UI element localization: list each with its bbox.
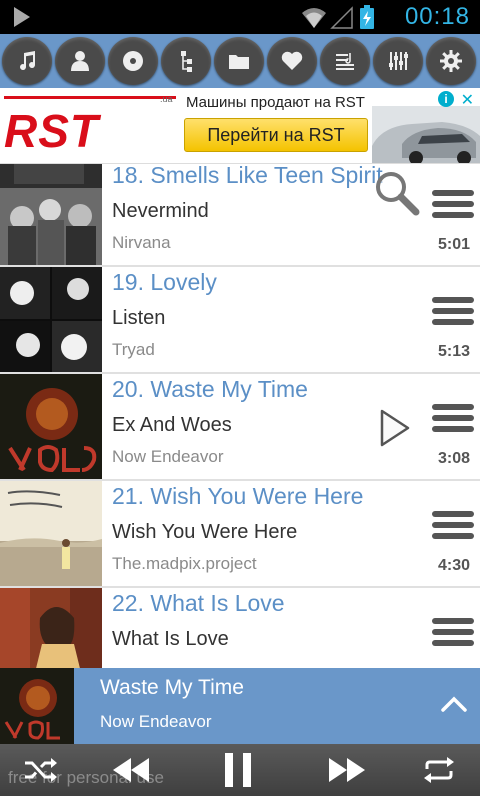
track-duration: 5:13: [437, 343, 470, 360]
ad-logo: RST: [4, 105, 99, 157]
folder-tree-icon[interactable]: [161, 37, 211, 85]
music-note-icon[interactable]: [2, 37, 52, 85]
wifi-icon: [302, 8, 326, 28]
toolbar: [0, 34, 480, 88]
fast-forward-icon[interactable]: [324, 750, 370, 790]
shuffle-icon[interactable]: [20, 750, 62, 790]
track-artist: The.madpix.project: [112, 554, 257, 573]
drag-handle-icon[interactable]: [432, 297, 474, 331]
track-artist: Nirvana: [112, 233, 171, 252]
status-time: 00:18: [404, 3, 470, 30]
track-row[interactable]: 19. Lovely Listen Tryad 5:13: [0, 267, 480, 374]
ad-info-icon[interactable]: i: [438, 91, 454, 107]
drag-handle-icon[interactable]: [432, 190, 474, 224]
folder-icon[interactable]: [214, 37, 264, 85]
person-icon[interactable]: [55, 37, 105, 85]
track-row[interactable]: 21. Wish You Were Here Wish You Were Her…: [0, 481, 480, 588]
pause-icon[interactable]: [218, 750, 258, 790]
gear-icon[interactable]: [426, 37, 476, 85]
track-album: Nevermind: [112, 200, 209, 222]
now-playing-art: [0, 668, 74, 744]
ad-cta-button[interactable]: Перейти на RST: [184, 118, 368, 152]
track-title: 22. What Is Love: [112, 590, 285, 616]
track-duration: 5:01: [437, 236, 470, 253]
track-row-playing[interactable]: 20. Waste My Time Ex And Woes Now Endeav…: [0, 374, 480, 481]
track-title: 20. Waste My Time: [112, 376, 308, 402]
album-art: [0, 164, 102, 265]
search-icon[interactable]: [372, 168, 420, 216]
ad-logo-line: [4, 96, 176, 99]
playlist-icon[interactable]: [320, 37, 370, 85]
chevron-up-icon[interactable]: [440, 694, 468, 714]
now-playing-icon: [380, 409, 410, 447]
now-playing-bar[interactable]: Waste My Time Now Endeavor: [0, 668, 480, 744]
drag-handle-icon[interactable]: [432, 404, 474, 438]
drag-handle-icon[interactable]: [432, 618, 474, 652]
track-album: Wish You Were Here: [112, 521, 298, 543]
album-art: [0, 588, 102, 668]
track-album: Ex And Woes: [112, 414, 232, 436]
playback-controls: free for personal use: [0, 744, 480, 796]
track-artist: Tryad: [112, 340, 155, 359]
ad-banner[interactable]: RST .ua Машины продают на RST Перейти на…: [0, 88, 480, 164]
rewind-icon[interactable]: [108, 750, 154, 790]
track-album: Listen: [112, 307, 166, 329]
now-playing-title: Waste My Time: [100, 676, 244, 699]
track-title: 19. Lovely: [112, 269, 217, 295]
track-list: 18. Smells Like Teen Spirit Nevermind Ni…: [0, 164, 480, 668]
track-duration: 4:30: [437, 557, 470, 574]
ad-close-icon[interactable]: ✕: [461, 90, 474, 110]
play-notification-icon: [14, 7, 30, 27]
repeat-icon[interactable]: [418, 750, 460, 790]
status-bar: 00:18: [0, 0, 480, 34]
track-title: 21. Wish You Were Here: [112, 483, 364, 509]
battery-icon: [360, 5, 374, 29]
album-art: [0, 481, 102, 586]
track-title: 18. Smells Like Teen Spirit: [112, 164, 383, 188]
signal-icon: [330, 6, 353, 29]
track-duration: 3:08: [437, 450, 470, 467]
heart-icon[interactable]: [267, 37, 317, 85]
ad-text: Машины продают на RST: [186, 94, 365, 111]
status-icons: [302, 5, 374, 29]
album-art: [0, 267, 102, 372]
track-row[interactable]: 22. What Is Love What Is Love: [0, 588, 480, 668]
album-art: [0, 374, 102, 479]
drag-handle-icon[interactable]: [432, 511, 474, 545]
track-album: What Is Love: [112, 628, 229, 650]
now-playing-artist: Now Endeavor: [100, 712, 212, 731]
ad-domain: .ua: [160, 94, 173, 104]
ad-cars-image: [372, 106, 480, 163]
equalizer-icon[interactable]: [373, 37, 423, 85]
track-artist: Now Endeavor: [112, 447, 224, 466]
disc-icon[interactable]: [108, 37, 158, 85]
